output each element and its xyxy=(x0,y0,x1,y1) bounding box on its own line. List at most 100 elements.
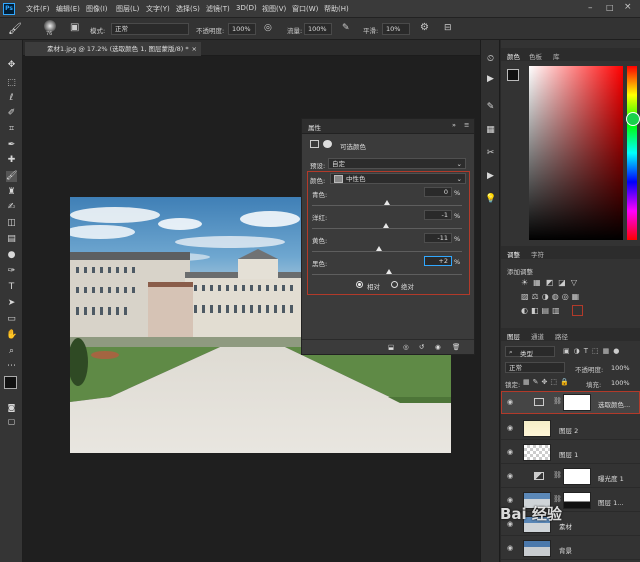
color-select[interactable]: 中性色 ⌄ xyxy=(330,173,466,184)
relative-radio[interactable] xyxy=(356,281,363,288)
layer-opacity-value[interactable]: 100% xyxy=(611,364,630,372)
path-select-tool-icon[interactable]: ➤ xyxy=(6,298,17,309)
menu-layer[interactable]: 图层(L) xyxy=(116,4,139,14)
mask-icon[interactable] xyxy=(323,140,332,148)
trash-icon[interactable]: 🗑 xyxy=(452,343,460,351)
menu-file[interactable]: 文件(F) xyxy=(26,4,50,14)
layer-mask-thumbnail[interactable] xyxy=(563,468,591,485)
reset-icon[interactable]: ↺ xyxy=(419,343,424,351)
black-slider-thumb[interactable] xyxy=(385,269,392,274)
adjustment-icons-row-3[interactable]: ◐◧▤▥ xyxy=(521,306,563,315)
document-tab[interactable]: 素材1.jpg @ 17.2% (选取颜色 1, 图层蒙版/8) * × xyxy=(25,42,201,56)
dodge-tool-icon[interactable]: ● xyxy=(6,250,17,261)
tab-layers[interactable]: 图层 xyxy=(507,331,520,341)
document-tab-close[interactable]: × xyxy=(192,42,197,56)
bulb-icon[interactable]: 💡 xyxy=(485,194,496,205)
cyan-input[interactable]: 0 xyxy=(424,187,452,197)
channels-icon[interactable]: ▦ xyxy=(485,125,496,136)
menu-edit[interactable]: 编辑(E) xyxy=(56,4,80,14)
healing-tool-icon[interactable]: ✚ xyxy=(6,155,17,166)
eyedropper-tool-icon[interactable]: ✒ xyxy=(6,140,17,151)
view-previous-icon[interactable]: ◎ xyxy=(403,343,409,351)
tool-presets-icon[interactable]: ✂ xyxy=(485,148,496,159)
fill-value[interactable]: 100% xyxy=(611,379,630,387)
tab-swatches[interactable]: 色板 xyxy=(529,51,542,61)
tab-character[interactable]: 字符 xyxy=(531,249,544,259)
lock-icons[interactable]: ▦✎✥⬚🔒 xyxy=(523,378,572,386)
minimize-icon[interactable]: – xyxy=(588,3,593,13)
stamp-tool-icon[interactable]: ♜ xyxy=(6,187,17,198)
actions-icon[interactable]: ▶ xyxy=(485,74,496,85)
yellow-slider-thumb[interactable] xyxy=(375,246,382,251)
tab-paths[interactable]: 路径 xyxy=(555,331,568,341)
quick-select-tool-icon[interactable]: ✐ xyxy=(6,108,17,119)
adjustment-icon[interactable] xyxy=(310,140,319,148)
black-track[interactable] xyxy=(312,274,462,275)
brush-tool-icon[interactable]: 🖌 xyxy=(8,22,22,35)
shape-tool-icon[interactable]: ▭ xyxy=(6,314,17,325)
color-picker-field[interactable] xyxy=(529,66,623,240)
magenta-input[interactable]: -1 xyxy=(424,210,452,220)
lasso-tool-icon[interactable]: ℓ xyxy=(6,93,17,104)
layer-filter-icons[interactable]: ▣◑T⬚▦● xyxy=(563,347,623,355)
hue-cursor-icon[interactable] xyxy=(626,112,640,126)
mode-select[interactable]: 正常 xyxy=(111,23,189,35)
panel-menu-icon[interactable]: ≡ xyxy=(464,121,469,129)
pen-tool-icon[interactable]: ✑ xyxy=(6,266,17,277)
layer-row-background[interactable]: ◉ 背景 xyxy=(501,538,640,560)
symmetry-icon[interactable]: ⊟ xyxy=(444,23,452,33)
tab-channels[interactable]: 通道 xyxy=(531,331,544,341)
eye-icon[interactable]: ◉ xyxy=(507,424,515,432)
history-brush-tool-icon[interactable]: ✍ xyxy=(6,202,17,213)
layer-mask-thumbnail[interactable] xyxy=(563,492,591,509)
more-tools-icon[interactable]: ⋯ xyxy=(6,361,17,372)
blend-mode-select[interactable]: 正常 xyxy=(505,362,565,373)
eye-icon[interactable]: ◉ xyxy=(507,544,515,552)
zoom-tool-icon[interactable]: ⌕ xyxy=(6,346,17,357)
tab-libraries[interactable]: 库 xyxy=(553,51,560,61)
yellow-track[interactable] xyxy=(312,251,462,252)
black-input[interactable]: +2 xyxy=(424,256,452,266)
layer-row-layer-2[interactable]: ◉ 图层 2 xyxy=(501,418,640,440)
eye-icon[interactable]: ◉ xyxy=(507,448,515,456)
adjustment-icons-row-1[interactable]: ☀▦◩◪▽ xyxy=(521,278,582,287)
selective-color-button-highlight[interactable] xyxy=(572,305,583,316)
absolute-radio[interactable] xyxy=(391,281,398,288)
menu-3d[interactable]: 3D(D) xyxy=(236,4,257,12)
adjustment-icons-row-2[interactable]: ▨⚖◑◍◎▦ xyxy=(521,292,582,301)
type-tool-icon[interactable]: T xyxy=(6,282,17,293)
yellow-input[interactable]: -11 xyxy=(424,233,452,243)
airbrush-icon[interactable]: ✎ xyxy=(342,23,350,33)
layer-row-exposure[interactable]: ◉ ⛓ 曝光度 1 xyxy=(501,466,640,488)
crop-tool-icon[interactable]: ⌗ xyxy=(6,124,17,135)
opacity-input[interactable]: 100% xyxy=(228,23,256,35)
layer-filter-select[interactable]: ⌕ 类型 xyxy=(505,346,555,358)
eraser-tool-icon[interactable]: ◫ xyxy=(6,218,17,229)
layer-thumbnail[interactable] xyxy=(523,420,551,437)
brush-settings-icon[interactable]: ✎ xyxy=(485,102,496,113)
screen-mode-icon[interactable]: ▢ xyxy=(6,416,17,427)
layer-thumbnail[interactable] xyxy=(523,540,551,557)
chain-link-icon[interactable]: ⛓ xyxy=(553,495,562,503)
magenta-track[interactable] xyxy=(312,228,462,229)
layer-row-layer-1[interactable]: ◉ 图层 1 xyxy=(501,442,640,464)
clip-to-layer-icon[interactable]: ⬓ xyxy=(388,343,394,351)
pressure-opacity-icon[interactable]: ◎ xyxy=(264,23,272,33)
preset-select[interactable]: 自定 ⌄ xyxy=(328,158,466,169)
play-icon[interactable]: ▶ xyxy=(485,171,496,182)
eye-icon[interactable]: ◉ xyxy=(507,472,515,480)
history-icon[interactable]: ⏲ xyxy=(485,54,496,65)
tab-color[interactable]: 颜色 xyxy=(507,51,520,61)
visibility-icon[interactable]: ◉ xyxy=(435,343,441,351)
hue-slider[interactable] xyxy=(627,66,637,240)
smooth-input[interactable]: 10% xyxy=(382,23,410,35)
cyan-track[interactable] xyxy=(312,205,462,206)
menu-type[interactable]: 文字(Y) xyxy=(146,4,170,14)
chain-link-icon[interactable]: ⛓ xyxy=(553,471,562,479)
menu-filter[interactable]: 滤镜(T) xyxy=(206,4,230,14)
collapse-icon[interactable]: » xyxy=(452,121,456,129)
close-icon[interactable]: × xyxy=(624,2,632,12)
brush-tool-icon[interactable]: 🖌 xyxy=(6,171,17,182)
brush-panel-icon[interactable]: ▣ xyxy=(70,22,79,33)
gradient-tool-icon[interactable]: ▤ xyxy=(6,234,17,245)
